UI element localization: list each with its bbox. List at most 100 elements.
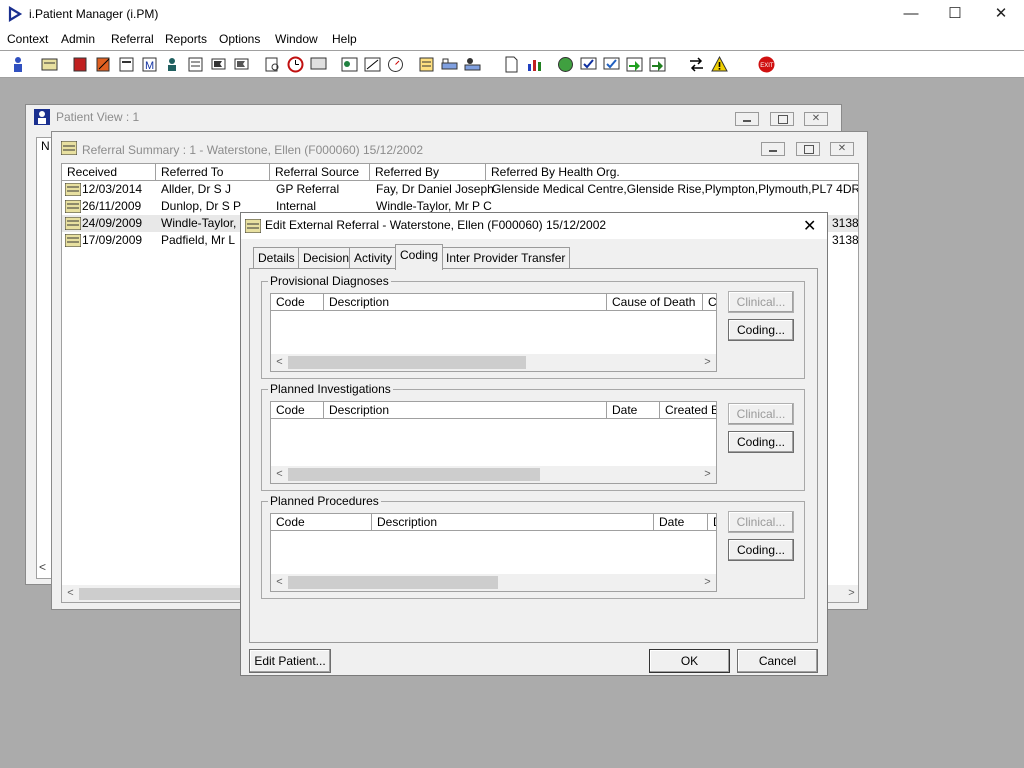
scroll-right-icon[interactable]: > bbox=[699, 354, 716, 371]
globe-icon[interactable] bbox=[556, 55, 575, 74]
new-document-icon[interactable] bbox=[502, 55, 521, 74]
notes-icon[interactable] bbox=[186, 55, 205, 74]
menu-window[interactable]: Window bbox=[275, 32, 318, 46]
tab-coding[interactable]: Coding bbox=[395, 244, 444, 270]
planned-investigations-grid[interactable]: Code Description Date Created By < > bbox=[270, 401, 717, 484]
menu-help[interactable]: Help bbox=[332, 32, 357, 46]
bed-icon[interactable] bbox=[463, 55, 482, 74]
referral-summary-close-button[interactable]: ✕ bbox=[830, 142, 854, 156]
col-description[interactable]: Description bbox=[372, 514, 654, 531]
table-row[interactable]: 12/03/2014 Allder, Dr S J GP Referral Fa… bbox=[62, 181, 858, 198]
col-code[interactable]: Code bbox=[271, 402, 324, 419]
patient-view-close-button[interactable]: ✕ bbox=[804, 112, 828, 126]
patient-view-restore-button[interactable] bbox=[770, 112, 794, 126]
tab-details[interactable]: Details bbox=[253, 247, 300, 269]
scroll-thumb[interactable] bbox=[288, 576, 498, 589]
tab-inter-provider-transfer[interactable]: Inter Provider Transfer bbox=[441, 247, 571, 269]
ward-icon[interactable] bbox=[440, 55, 459, 74]
col-description[interactable]: Description bbox=[324, 402, 607, 419]
maximize-button[interactable]: ☐ bbox=[932, 0, 978, 30]
patient-view-scroll-left-icon[interactable]: < bbox=[39, 560, 46, 574]
exit-icon[interactable]: EXIT bbox=[757, 55, 776, 74]
patient-view-minimize-button[interactable] bbox=[735, 112, 759, 126]
scroll-thumb[interactable] bbox=[288, 468, 540, 481]
scroll-right-icon[interactable]: > bbox=[843, 585, 858, 602]
ok-button[interactable]: OK bbox=[649, 649, 730, 673]
col-received[interactable]: Received bbox=[62, 164, 156, 181]
search-doc-icon[interactable] bbox=[263, 55, 282, 74]
bar-chart-icon[interactable] bbox=[525, 55, 544, 74]
col-referral-source[interactable]: Referral Source bbox=[270, 164, 370, 181]
cancel-button[interactable]: Cancel bbox=[737, 649, 818, 673]
scroll-left-icon[interactable]: < bbox=[62, 585, 79, 602]
edit-patient-button[interactable]: Edit Patient... bbox=[249, 649, 331, 673]
col-referred-by-org[interactable]: Referred By Health Org. bbox=[486, 164, 858, 181]
planned-procedures-grid[interactable]: Code Description Date D < > bbox=[270, 513, 717, 592]
tab-activity[interactable]: Activity bbox=[349, 247, 398, 269]
close-app-button[interactable]: ✕ bbox=[978, 0, 1024, 30]
transfer-in-icon[interactable] bbox=[625, 55, 644, 74]
scroll-left-icon[interactable]: < bbox=[271, 466, 288, 483]
scroll-left-icon[interactable]: < bbox=[271, 574, 288, 591]
patient-icon[interactable] bbox=[9, 55, 28, 74]
scroll-thumb[interactable] bbox=[288, 356, 526, 369]
menu-admin[interactable]: Admin bbox=[61, 32, 95, 46]
scroll-left-icon[interactable]: < bbox=[271, 354, 288, 371]
flag-alt-icon[interactable] bbox=[232, 55, 251, 74]
referral-summary-titlebar[interactable]: Referral Summary : 1 - Waterstone, Ellen… bbox=[52, 132, 867, 157]
investigations-hscroll[interactable]: < > bbox=[271, 466, 716, 483]
provisional-diagnoses-grid[interactable]: Code Description Cause of Death C < > bbox=[270, 293, 717, 372]
tab-decision[interactable]: Decision bbox=[298, 247, 355, 269]
dialog-titlebar[interactable]: Edit External Referral - Waterstone, Ell… bbox=[241, 213, 827, 239]
diagnoses-hscroll[interactable]: < > bbox=[271, 354, 716, 371]
swap-icon[interactable] bbox=[687, 55, 706, 74]
document-tray-icon[interactable] bbox=[40, 55, 59, 74]
investigations-clinical-button[interactable]: Clinical... bbox=[728, 403, 794, 425]
schedule-icon[interactable] bbox=[340, 55, 359, 74]
menu-referral[interactable]: Referral bbox=[111, 32, 154, 46]
col-referred-by[interactable]: Referred By bbox=[370, 164, 486, 181]
procedures-hscroll[interactable]: < > bbox=[271, 574, 716, 591]
minimize-button[interactable]: — bbox=[888, 0, 934, 30]
red-book-icon[interactable] bbox=[71, 55, 90, 74]
col-date[interactable]: Date bbox=[654, 514, 708, 531]
approve-icon[interactable] bbox=[579, 55, 598, 74]
col-c[interactable]: C bbox=[703, 294, 716, 311]
col-created-by[interactable]: Created By bbox=[660, 402, 716, 419]
col-code[interactable]: Code bbox=[271, 514, 372, 531]
menu-reports[interactable]: Reports bbox=[165, 32, 207, 46]
menu-context[interactable]: Context bbox=[7, 32, 48, 46]
col-referred-to[interactable]: Referred To bbox=[156, 164, 270, 181]
clock-icon[interactable] bbox=[286, 55, 305, 74]
scroll-right-icon[interactable]: > bbox=[699, 574, 716, 591]
diagnoses-coding-button[interactable]: Coding... bbox=[728, 319, 794, 341]
col-description[interactable]: Description bbox=[324, 294, 607, 311]
referral-summary-minimize-button[interactable] bbox=[761, 142, 785, 156]
col-d[interactable]: D bbox=[708, 514, 716, 531]
check-list-icon[interactable] bbox=[602, 55, 621, 74]
scroll-thumb[interactable] bbox=[79, 588, 249, 600]
list-icon[interactable] bbox=[417, 55, 436, 74]
schedule-edit-icon[interactable] bbox=[363, 55, 382, 74]
scroll-right-icon[interactable]: > bbox=[699, 466, 716, 483]
menu-options[interactable]: Options bbox=[219, 32, 260, 46]
procedures-coding-button[interactable]: Coding... bbox=[728, 539, 794, 561]
col-code[interactable]: Code bbox=[271, 294, 324, 311]
timer-icon[interactable] bbox=[386, 55, 405, 74]
dialog-close-button[interactable]: ✕ bbox=[803, 216, 816, 236]
staff-icon[interactable] bbox=[163, 55, 182, 74]
letter-m-icon[interactable]: M bbox=[140, 55, 159, 74]
edit-referral-icon[interactable] bbox=[94, 55, 113, 74]
flag-icon[interactable] bbox=[209, 55, 228, 74]
diagnoses-clinical-button[interactable]: Clinical... bbox=[728, 291, 794, 313]
procedures-clinical-button[interactable]: Clinical... bbox=[728, 511, 794, 533]
monitor-icon[interactable] bbox=[309, 55, 328, 74]
col-date[interactable]: Date bbox=[607, 402, 660, 419]
transfer-out-icon[interactable] bbox=[648, 55, 667, 74]
form-icon[interactable] bbox=[117, 55, 136, 74]
warning-icon[interactable] bbox=[710, 55, 729, 74]
referral-summary-restore-button[interactable] bbox=[796, 142, 820, 156]
col-cause-of-death[interactable]: Cause of Death bbox=[607, 294, 703, 311]
patient-view-titlebar[interactable]: Patient View : 1 ✕ bbox=[26, 105, 841, 129]
edit-referral-dialog[interactable]: Edit External Referral - Waterstone, Ell… bbox=[240, 212, 828, 676]
